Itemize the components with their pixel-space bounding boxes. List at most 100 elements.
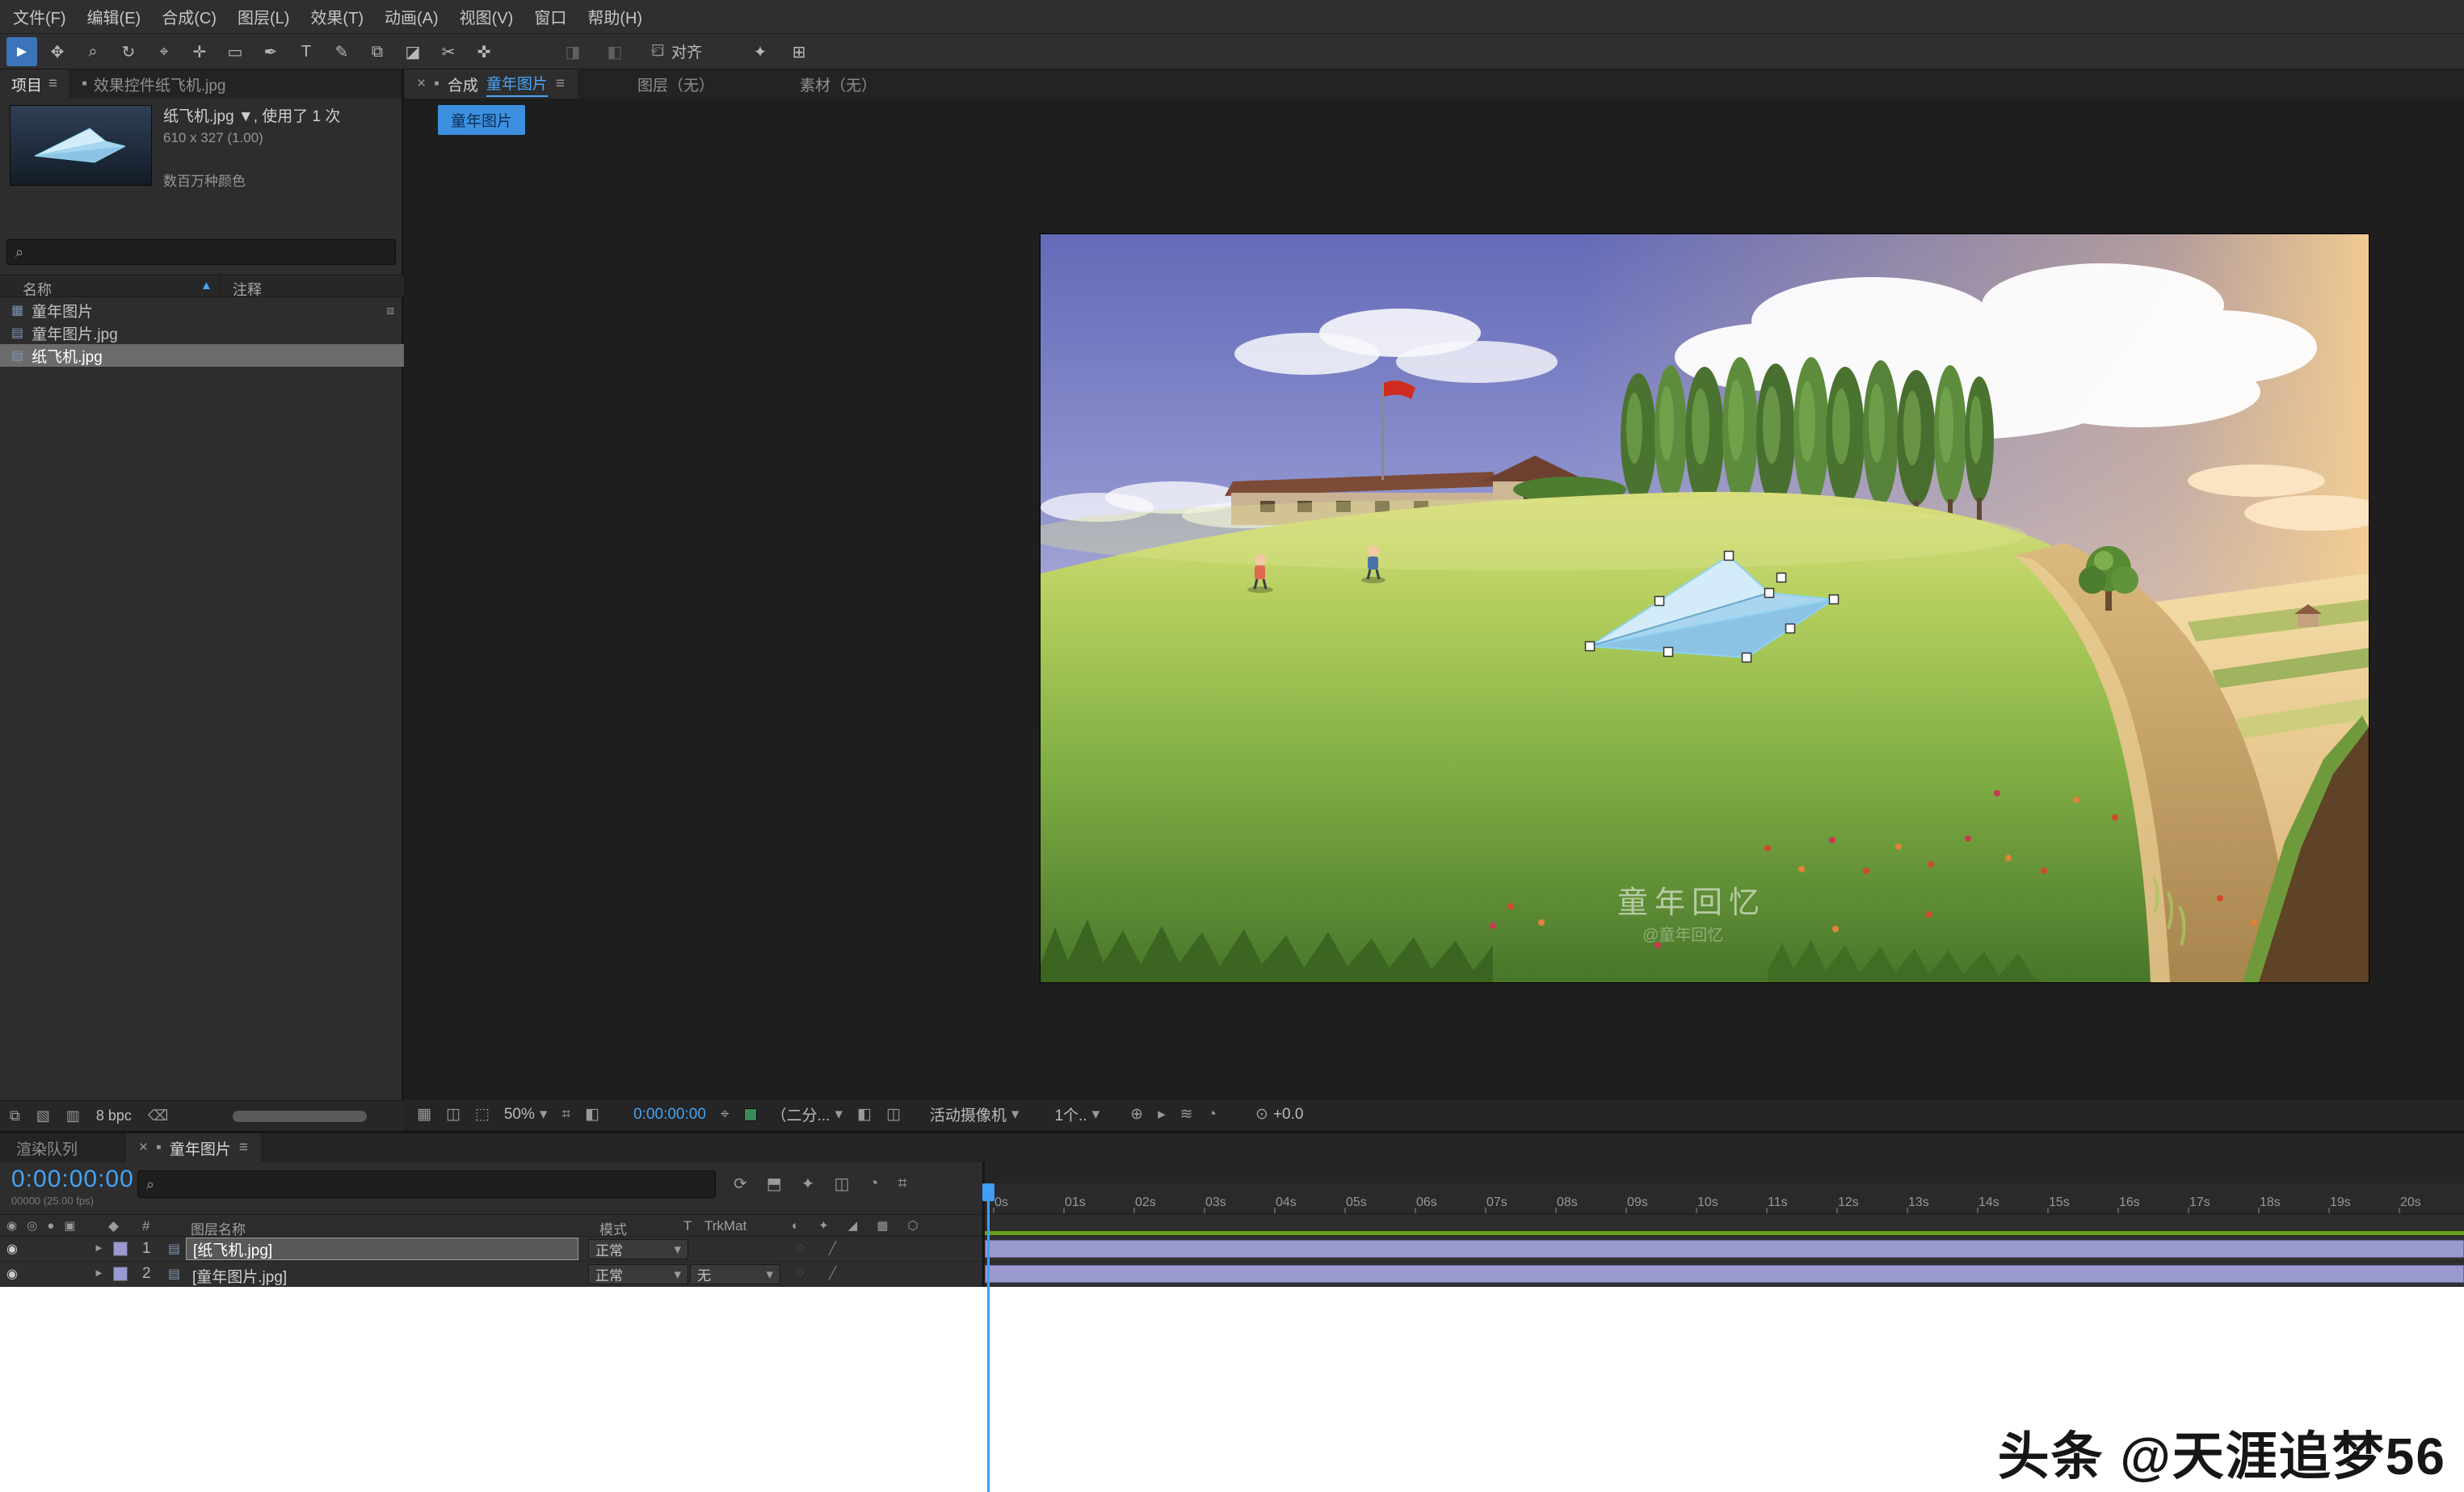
blend-mode-dropdown[interactable]: 正常 ▾ (588, 1239, 688, 1259)
tab-project[interactable]: 项目 ≡ (0, 69, 69, 99)
expand-arrow-icon[interactable]: ► (94, 1242, 104, 1254)
clone-stamp-tool-icon[interactable]: ⧉ (362, 37, 393, 66)
type-tool-icon[interactable]: T (291, 37, 322, 66)
camera-tool-icon[interactable]: ⌖ (149, 37, 179, 66)
work-area-bar[interactable] (985, 1231, 2464, 1235)
layer-name-label[interactable]: [童年图片.jpg] (192, 1265, 287, 1287)
project-search-input[interactable]: ⌕ (6, 239, 396, 265)
workspace-icon[interactable]: ✦ (745, 37, 776, 66)
viewer-time-display[interactable]: 0:00:00:00 (633, 1106, 706, 1124)
mini-flowchart-icon[interactable]: ≋ (1180, 1105, 1193, 1124)
time-ruler[interactable]: 0s01s02s03s04s05s06s07s08s09s10s11s12s13… (985, 1183, 2464, 1214)
exposure-control[interactable]: ⊙ +0.0 (1255, 1105, 1303, 1124)
current-time-indicator-handle[interactable] (982, 1183, 994, 1201)
panel-menu-icon[interactable]: ≡ (239, 1139, 248, 1157)
column-comment[interactable]: 注释 (233, 279, 262, 300)
target-icon[interactable]: ⊕ (1130, 1105, 1143, 1124)
expand-arrow-icon[interactable]: ► (94, 1267, 104, 1279)
region-icon[interactable]: ◧ (857, 1105, 872, 1124)
background-color-swatch[interactable] (744, 1108, 757, 1121)
t-column[interactable]: T (683, 1218, 692, 1234)
folder-icon[interactable]: ▧ (36, 1107, 50, 1124)
layer-duration-bar[interactable] (985, 1240, 2464, 1258)
sort-asc-icon[interactable]: ▲ (200, 279, 212, 292)
draft3d-icon[interactable]: ⬒ (767, 1174, 782, 1194)
eraser-tool-icon[interactable]: ◪ (397, 37, 428, 66)
layer-name-selected[interactable]: [纸飞机.jpg] (186, 1238, 578, 1260)
menu-edit[interactable]: 编辑(E) (87, 5, 141, 28)
motion-blur-icon[interactable]: ◔ (868, 1174, 878, 1194)
blend-mode-dropdown[interactable]: 正常 ▾ (588, 1264, 688, 1284)
trkmat-dropdown[interactable]: 无 ▾ (690, 1264, 780, 1284)
panel-menu-icon[interactable]: ≡ (556, 75, 565, 93)
graph-editor-icon[interactable]: ⌗ (898, 1174, 906, 1194)
layer-duration-bar[interactable] (985, 1265, 2464, 1283)
view-layout-dropdown[interactable]: 1个.. ▾ (1054, 1103, 1100, 1125)
snapshot-camera-icon[interactable]: ⌖ (721, 1106, 730, 1124)
comp-name-chip[interactable]: 童年图片 (438, 105, 525, 135)
layer-row-2[interactable]: ◉ ► 2 ▤ [童年图片.jpg] 正常 ▾ 无 ▾ ◌ ╱ (0, 1262, 982, 1287)
align-checkbox-icon[interactable]: ☐ (651, 42, 665, 61)
menu-file[interactable]: 文件(F) (13, 5, 66, 28)
menu-composition[interactable]: 合成(C) (162, 5, 217, 28)
label-color-chip[interactable] (113, 1242, 128, 1256)
mode-column[interactable]: 模式 (599, 1218, 627, 1238)
trkmat-column[interactable]: TrkMat (704, 1218, 746, 1234)
proxy-icon[interactable]: ▥ (66, 1107, 80, 1124)
quality-switch-icon[interactable]: ◌ (797, 1241, 804, 1255)
current-time-indicator-line[interactable] (987, 1183, 990, 1492)
tab-footage-viewer[interactable]: 素材（无） (784, 74, 893, 95)
menu-help[interactable]: 帮助(H) (587, 5, 642, 28)
menu-layer[interactable]: 图层(L) (238, 5, 289, 28)
horizontal-scrollbar[interactable] (233, 1111, 367, 1122)
selection-tool-icon[interactable]: ► (6, 37, 37, 66)
composition-canvas[interactable]: 童年回忆 @童年回忆 (1041, 234, 2369, 982)
tab-effect-controls[interactable]: ▪ 效果控件纸飞机.jpg (69, 74, 238, 95)
eye-icon[interactable]: ◉ (6, 1241, 18, 1257)
shy-toggle-icon[interactable]: ✦ (801, 1174, 815, 1194)
maximize-icon[interactable]: ⊞ (784, 37, 814, 66)
timeline-search-input[interactable]: ⌕ (137, 1170, 716, 1198)
frame-blend-icon[interactable]: ◫ (834, 1174, 849, 1194)
comp-flowchart-icon[interactable]: ⟳ (734, 1174, 747, 1194)
project-item-comp[interactable]: ▦ 童年图片 ⧈ (0, 299, 404, 322)
quality-switch-icon[interactable]: ◌ (797, 1266, 804, 1280)
close-icon[interactable]: × (139, 1139, 148, 1157)
effect-switch-icon[interactable]: ╱ (829, 1266, 836, 1280)
menu-window[interactable]: 窗口 (534, 5, 566, 28)
channels-icon[interactable]: ◧ (585, 1105, 599, 1124)
tab-layer-viewer[interactable]: 图层（无） (621, 74, 730, 95)
flowchart-icon[interactable]: ⧉ (10, 1107, 20, 1124)
menu-view[interactable]: 视图(V) (460, 5, 514, 28)
current-time-display[interactable]: 0:00:00:00 (11, 1166, 134, 1193)
pen-tool-icon[interactable]: ✒ (255, 37, 286, 66)
guides-icon[interactable]: ⌗ (561, 1106, 570, 1124)
layer-row-1[interactable]: ◉ ► 1 ▤ [纸飞机.jpg] 正常 ▾ ◌ ╱ (0, 1237, 982, 1262)
roto-brush-tool-icon[interactable]: ✂ (433, 37, 464, 66)
column-name[interactable]: 名称 (23, 279, 52, 300)
snapshot-icon[interactable]: ◔ (1208, 1106, 1217, 1124)
layer-name-column[interactable]: 图层名称 (191, 1218, 246, 1238)
pan-behind-tool-icon[interactable]: ✛ (184, 37, 215, 66)
label-color-chip[interactable] (113, 1267, 128, 1281)
tab-render-queue[interactable]: 渲染队列 (0, 1137, 94, 1159)
pixel-aspect-icon[interactable]: ◫ (886, 1105, 901, 1124)
fast-preview-icon[interactable]: ▸ (1158, 1105, 1166, 1124)
hand-tool-icon[interactable]: ✥ (42, 37, 73, 66)
effect-switch-icon[interactable]: ╱ (829, 1241, 836, 1255)
align-toggle[interactable]: ☐ 对齐 (651, 40, 702, 62)
menu-animation[interactable]: 动画(A) (385, 5, 439, 28)
roi-icon[interactable]: ⬚ (475, 1105, 490, 1124)
mask-visibility-icon[interactable]: ◫ (446, 1105, 460, 1124)
zoom-tool-icon[interactable]: ⌕ (78, 37, 108, 66)
tab-timeline-comp[interactable]: × ▪ 童年图片 ≡ (126, 1133, 261, 1162)
trash-icon[interactable]: ⌫ (148, 1107, 168, 1124)
brush-tool-icon[interactable]: ✎ (326, 37, 357, 66)
eye-icon[interactable]: ◉ (6, 1266, 18, 1282)
menu-effect[interactable]: 效果(T) (310, 5, 364, 28)
camera-view-dropdown[interactable]: 活动摄像机 ▾ (930, 1103, 1020, 1125)
bit-depth-button[interactable]: 8 bpc (96, 1107, 132, 1124)
project-item-bg-jpg[interactable]: ▤ 童年图片.jpg (0, 322, 404, 344)
grid-icon[interactable]: ▦ (417, 1105, 431, 1124)
panel-menu-icon[interactable]: ≡ (48, 75, 57, 93)
